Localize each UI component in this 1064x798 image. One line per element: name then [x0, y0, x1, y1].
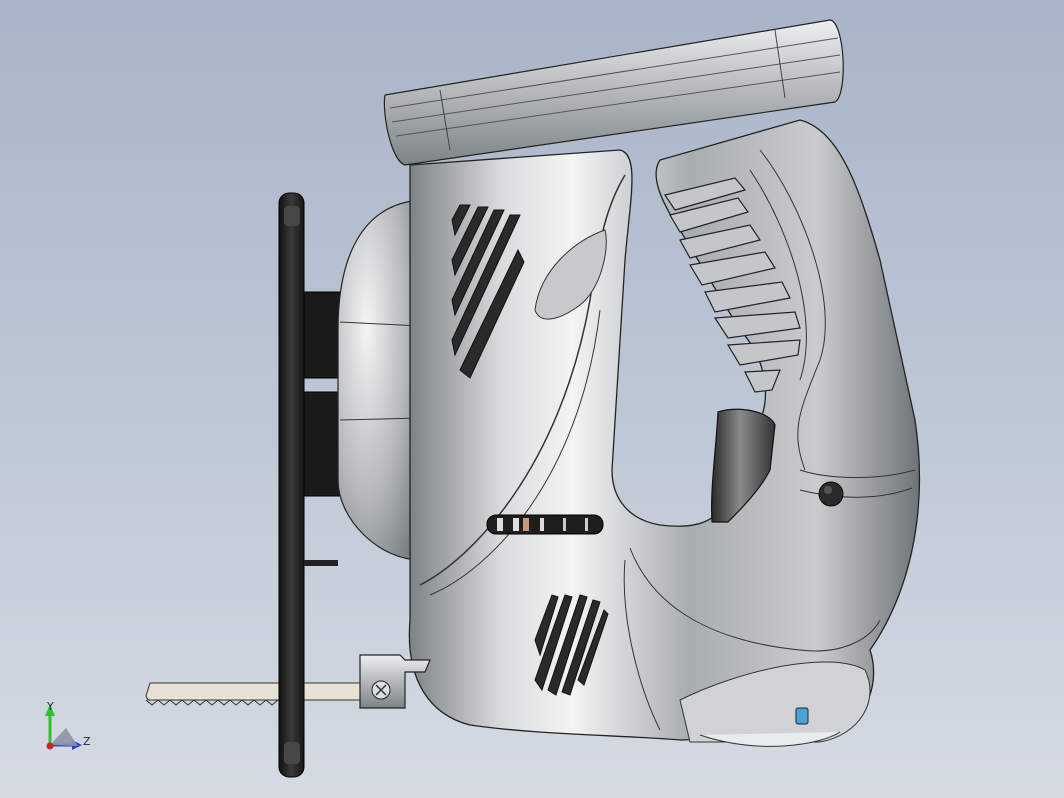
main-body	[383, 19, 921, 747]
x-axis-origin	[46, 742, 54, 750]
lock-button[interactable]	[818, 481, 844, 507]
motor-housing-front	[337, 199, 421, 561]
jigsaw-model-render[interactable]: Y Z	[0, 0, 1064, 798]
z-axis-label: Z	[83, 735, 91, 748]
speed-dial-slot[interactable]	[486, 514, 604, 535]
cad-graphics-viewport[interactable]: Y Z	[0, 0, 1064, 798]
saw-blade	[145, 682, 361, 706]
y-axis-label: Y	[46, 700, 54, 713]
coordinate-triad: Y Z	[45, 700, 91, 750]
